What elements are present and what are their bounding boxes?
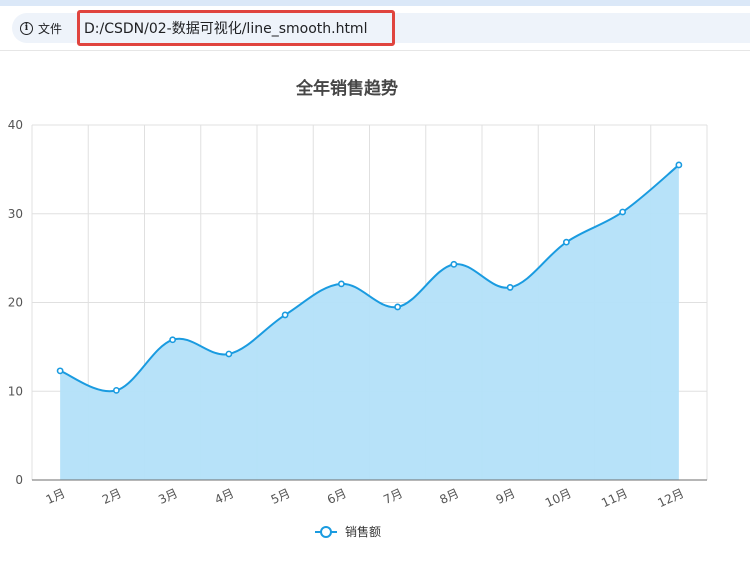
x-tick-label: 2月 bbox=[100, 486, 124, 507]
y-tick-label: 10 bbox=[8, 384, 23, 398]
data-point bbox=[394, 303, 402, 311]
data-point bbox=[562, 238, 570, 246]
x-tick-label: 6月 bbox=[325, 486, 349, 507]
x-tick-label: 11月 bbox=[599, 486, 630, 510]
legend-circle-icon bbox=[320, 526, 332, 538]
data-point bbox=[450, 260, 458, 268]
x-tick-label: 1月 bbox=[44, 486, 68, 507]
x-tick-label: 3月 bbox=[156, 486, 180, 507]
x-tick-label: 9月 bbox=[494, 486, 518, 507]
data-point bbox=[281, 311, 289, 319]
x-tick-label: 5月 bbox=[269, 486, 293, 507]
line-chart: 全年销售趋势 0 10 20 30 40 1月 2月 3月 4月 5月 6月 7月 8月 9月 10月 11月… bbox=[8, 78, 708, 539]
y-tick-label: 0 bbox=[15, 473, 23, 487]
x-tick-label: 7月 bbox=[381, 486, 405, 507]
data-point bbox=[225, 350, 233, 358]
address-bar: i 文件 D:/CSDN/02-数据可视化/line_smooth.html bbox=[0, 6, 750, 51]
x-tick-label: 8月 bbox=[437, 486, 461, 507]
chart-title: 全年销售趋势 bbox=[295, 78, 398, 99]
omnibox[interactable]: i 文件 D:/CSDN/02-数据可视化/line_smooth.html bbox=[12, 10, 750, 46]
x-tick-label: 10月 bbox=[543, 486, 574, 510]
file-label: 文件 bbox=[38, 21, 63, 36]
y-tick-label: 30 bbox=[8, 207, 23, 221]
site-info-chip[interactable]: i 文件 bbox=[20, 19, 62, 37]
url-text: D:/CSDN/02-数据可视化/line_smooth.html bbox=[84, 21, 368, 37]
legend[interactable]: 销售额 bbox=[315, 524, 381, 539]
data-point bbox=[169, 336, 177, 344]
y-tick-label: 40 bbox=[8, 118, 23, 132]
info-icon: i bbox=[20, 21, 33, 35]
x-tick-label: 12月 bbox=[656, 486, 687, 510]
data-point bbox=[56, 367, 64, 375]
data-point bbox=[112, 386, 120, 394]
y-tick-label: 20 bbox=[8, 296, 23, 310]
url-field[interactable]: D:/CSDN/02-数据可视化/line_smooth.html bbox=[77, 10, 395, 46]
legend-label: 销售额 bbox=[345, 524, 381, 539]
chart-container: 全年销售趋势 0 10 20 30 40 1月 2月 3月 4月 5月 6月 7月 8月 9月 10月 11月… bbox=[0, 51, 750, 567]
x-tick-label: 4月 bbox=[212, 486, 236, 507]
data-point bbox=[619, 208, 627, 216]
data-point bbox=[506, 284, 514, 291]
data-point bbox=[675, 161, 683, 169]
data-point bbox=[337, 280, 345, 288]
